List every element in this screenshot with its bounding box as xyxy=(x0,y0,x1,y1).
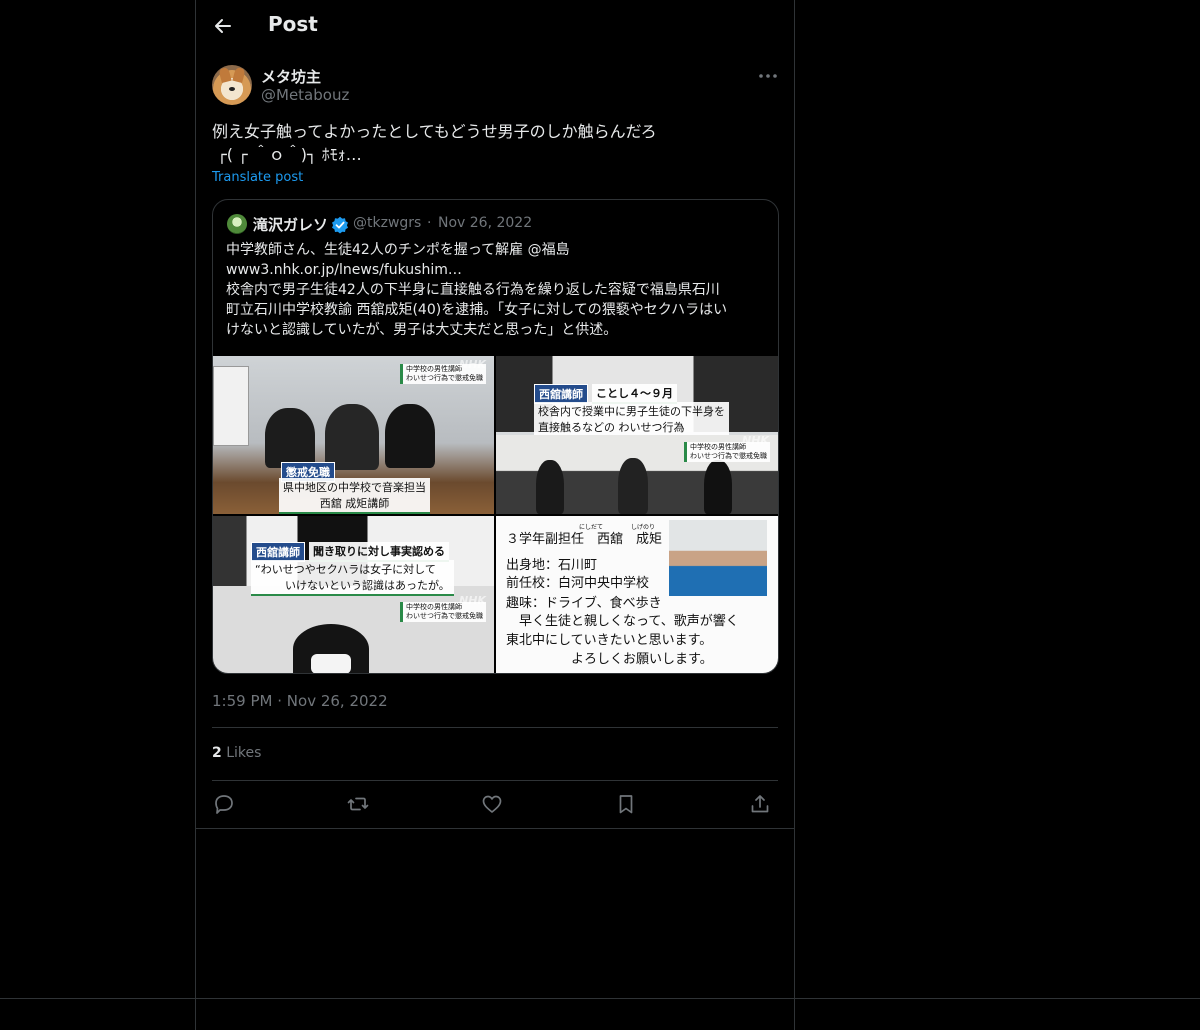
quote-text-line: 町立石川中学校教諭 西舘成矩(40)を逮捕。「女子に対しての猥褻やセクハラはい xyxy=(226,302,728,318)
caption-main: 校舎内で授業中に男子生徒の下半身を 直接触るなどの わいせつ行為 xyxy=(534,402,729,438)
author-handle[interactable]: @Metabouz xyxy=(261,86,349,104)
quote-author-name: 滝沢ガレソ xyxy=(253,216,329,234)
post-time: 1:59 PM xyxy=(212,692,273,710)
person-figure xyxy=(325,404,379,470)
verified-badge-icon xyxy=(332,216,348,234)
quote-date: Nov 26, 2022 xyxy=(438,215,533,231)
profile-line: 趣味：ドライブ、食べ歩き xyxy=(506,596,662,611)
quote-author-handle: @tkzwgrs xyxy=(353,215,422,231)
divider xyxy=(212,727,778,728)
likes-stat[interactable]: 2 Likes xyxy=(212,745,261,761)
bookmark-button[interactable] xyxy=(614,792,640,818)
quote-text: 中学教師さん、生徒42人のチンポを握って解雇 @福島 www3.nhk.or.j… xyxy=(226,240,771,340)
ruby-text: にしだて xyxy=(579,524,604,531)
translate-post-link[interactable]: Translate post xyxy=(212,170,303,185)
quote-text-line: けないと認識していたが、男子は大丈夫だと思った」と供述。 xyxy=(226,322,618,338)
heart-icon xyxy=(482,795,502,813)
caption-date: ことし４～９月 xyxy=(592,384,677,404)
more-options-button[interactable] xyxy=(756,66,780,86)
reply-icon xyxy=(215,795,233,814)
nhk-watermark: NHK xyxy=(742,434,769,447)
media-image-3[interactable]: 西舘講師 聞き取りに対し事実認める “わいせつやセクハラは女子に対して いけない… xyxy=(213,516,494,673)
post-date: Nov 26, 2022 xyxy=(286,692,388,710)
quote-link[interactable]: www3.nhk.or.jp/lnews/fukushim… xyxy=(226,260,771,280)
media-image-1[interactable]: 中学校の男性講師 わいせつ行為で懲戒免職 NHK 懲戒免職 県中地区の中学校で音… xyxy=(213,356,494,514)
share-icon xyxy=(751,795,769,813)
ruby-text: しげのり xyxy=(631,524,656,531)
divider xyxy=(196,828,794,829)
whiteboard xyxy=(213,366,249,446)
quote-author-avatar xyxy=(227,214,247,234)
profile-line: 前任校：白河中央中学校 xyxy=(506,576,650,591)
quote-text-line: 校舎内で男子生徒42人の下半身に直接触る行為を繰り返した容疑で福島県石川 xyxy=(226,282,720,298)
quote-separator: · xyxy=(427,215,432,231)
person-figure xyxy=(704,460,732,514)
post-text: 例え女子触ってよかったとしてもどうせ男子のしか触らんだろ ┌( ┌ ＾ｏ＾)┐ … xyxy=(212,120,778,166)
author-avatar[interactable] xyxy=(212,65,252,105)
profile-photo xyxy=(669,520,767,596)
repost-button[interactable] xyxy=(346,792,372,818)
bookmark-icon xyxy=(619,795,633,814)
media-grid: 中学校の男性講師 わいせつ行為で懲戒免職 NHK 懲戒免職 県中地区の中学校で音… xyxy=(213,356,778,673)
likes-label: Likes xyxy=(226,745,262,761)
caption-main: “わいせつやセクハラは女子に対して いけないという認識はあったが。 xyxy=(251,560,454,596)
person-figure xyxy=(618,458,648,514)
person-figure xyxy=(385,404,435,468)
media-image-4[interactable]: にしだて しげのり ３学年副担任 西舘 成矩 出身地：石川町 前任校：白河中央中… xyxy=(496,516,778,673)
author-name[interactable]: メタ坊主 xyxy=(261,66,321,87)
caption-label: 西舘講師 xyxy=(251,542,305,562)
post-timestamp[interactable]: 1:59 PM · Nov 26, 2022 xyxy=(212,692,388,710)
divider xyxy=(212,780,778,781)
post-text-line: 例え女子触ってよかったとしてもどうせ男子のしか触らんだろ xyxy=(212,122,657,141)
profile-line: よろしくお願いします。 xyxy=(506,652,713,667)
arrow-left-icon xyxy=(215,19,231,33)
profile-title: ３学年副担任 西舘 成矩 xyxy=(506,532,663,547)
nhk-watermark: NHK xyxy=(459,358,486,371)
like-button[interactable] xyxy=(480,792,506,818)
profile-line: 出身地：石川町 xyxy=(506,558,598,573)
profile-line: 東北中にしていきたいと思います。 xyxy=(506,633,713,648)
person-figure xyxy=(265,408,315,468)
page-title: Post xyxy=(268,12,318,36)
post-text-line: ┌( ┌ ＾ｏ＾)┐ ﾎﾓｫ… xyxy=(212,145,362,164)
nhk-watermark: NHK xyxy=(459,594,486,607)
quoted-post[interactable]: 滝沢ガレソ @tkzwgrs · Nov 26, 2022 中学教師さん、生徒4… xyxy=(212,199,779,674)
caption-main: 県中地区の中学校で音楽担当 西舘 成矩講師 xyxy=(279,478,430,514)
face-mask xyxy=(311,654,351,673)
share-button[interactable] xyxy=(748,792,774,818)
quote-text-line: 中学教師さん、生徒42人のチンポを握って解雇 @福島 xyxy=(226,242,570,258)
likes-count: 2 xyxy=(212,745,222,761)
profile-line: 早く生徒と親しくなって、歌声が響く xyxy=(506,614,739,629)
top-bar: Post xyxy=(196,0,794,54)
back-button[interactable] xyxy=(210,12,236,40)
action-bar xyxy=(212,792,778,818)
repost-icon xyxy=(347,797,369,811)
reply-button[interactable] xyxy=(212,792,238,818)
caption-title: 聞き取りに対し事実認める xyxy=(309,542,449,562)
person-figure xyxy=(536,460,564,514)
post-column: Post メタ坊主 @Metabouz 例え女子触ってよかったとしてもどうせ男子… xyxy=(195,0,795,1030)
caption-label: 西舘講師 xyxy=(534,384,588,404)
more-icon xyxy=(759,74,777,78)
media-image-2[interactable]: 西舘講師 ことし４～９月 校舎内で授業中に男子生徒の下半身を 直接触るなどの わ… xyxy=(496,356,778,514)
